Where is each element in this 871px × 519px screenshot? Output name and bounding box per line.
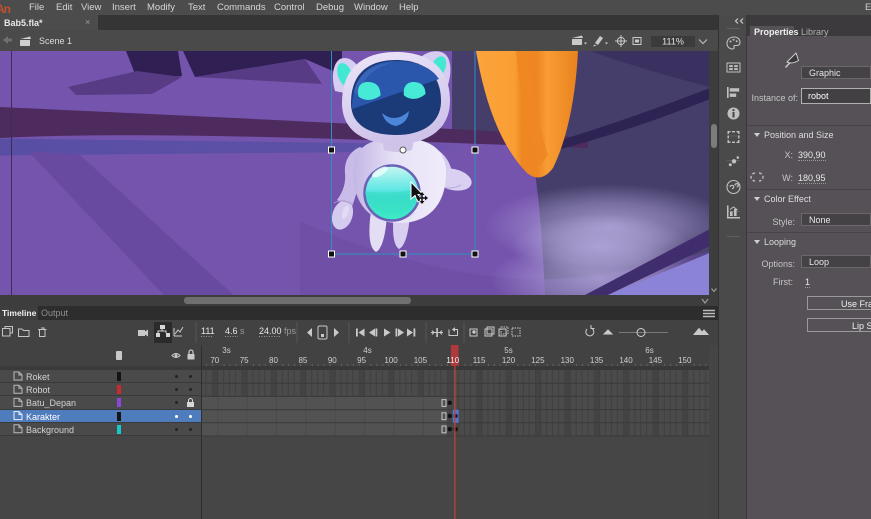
svg-text:95: 95 <box>357 356 366 365</box>
svg-text:100: 100 <box>384 356 398 365</box>
svg-text:70: 70 <box>210 356 219 365</box>
svg-text:110: 110 <box>446 356 459 365</box>
svg-text:125: 125 <box>531 356 545 365</box>
svg-text:111: 111 <box>201 326 215 336</box>
svg-text:24.00 fps: 24.00 fps <box>259 326 297 336</box>
svg-text:135: 135 <box>590 356 604 365</box>
svg-text:105: 105 <box>414 356 428 365</box>
svg-text:6s: 6s <box>645 346 653 355</box>
svg-text:85: 85 <box>298 356 307 365</box>
svg-text:140: 140 <box>619 356 633 365</box>
svg-text:145: 145 <box>649 356 663 365</box>
svg-text:150: 150 <box>678 356 692 365</box>
svg-text:3s: 3s <box>222 346 230 355</box>
svg-text:5s: 5s <box>504 346 512 355</box>
svg-text:75: 75 <box>240 356 249 365</box>
svg-text:90: 90 <box>328 356 337 365</box>
svg-text:Scene 1: Scene 1 <box>39 36 72 46</box>
svg-text:4s: 4s <box>363 346 371 355</box>
svg-text:130: 130 <box>561 356 575 365</box>
svg-text:120: 120 <box>502 356 516 365</box>
svg-text:4.6 s: 4.6 s <box>225 326 245 336</box>
svg-text:80: 80 <box>269 356 278 365</box>
svg-text:115: 115 <box>473 356 486 365</box>
svg-text:111%: 111% <box>662 37 684 47</box>
